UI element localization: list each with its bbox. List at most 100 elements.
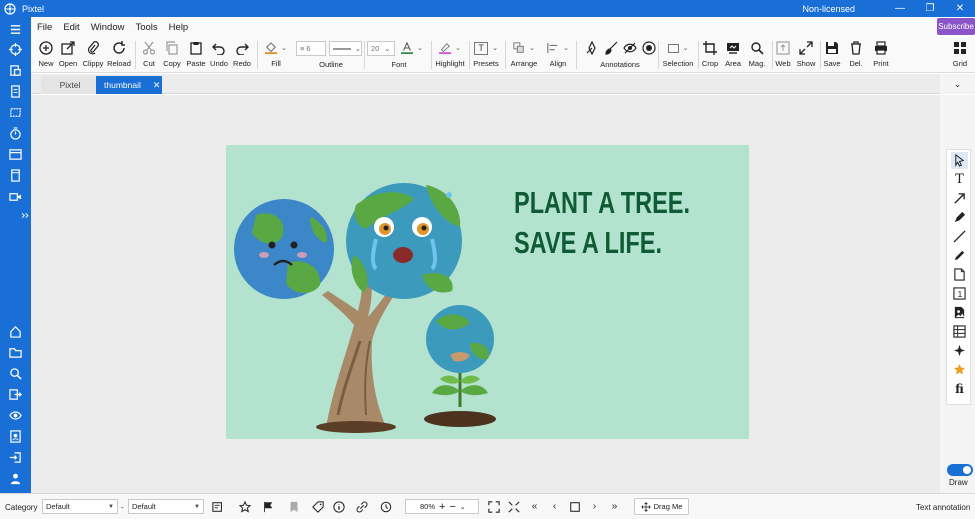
menu-window[interactable]: Window (91, 22, 125, 33)
open-button[interactable]: Open (58, 39, 78, 71)
zoom-in-icon[interactable]: + (439, 501, 445, 513)
expand-sidebar-icon[interactable] (20, 207, 30, 224)
arrow-tool-icon[interactable] (951, 190, 968, 207)
capture-crosshair-icon[interactable] (7, 41, 24, 58)
select-pointer-icon[interactable] (951, 152, 968, 169)
hamburger-menu-icon[interactable] (7, 21, 24, 38)
clipboard-capture-icon[interactable] (7, 62, 24, 79)
info-icon[interactable] (331, 499, 346, 514)
drag-me-button[interactable]: Drag Me (634, 498, 689, 515)
favorite-star-icon[interactable] (951, 361, 968, 378)
sparkle-ai-icon[interactable] (951, 342, 968, 359)
tag-icon[interactable] (310, 499, 325, 514)
region-capture-icon[interactable] (7, 104, 24, 121)
document-icon[interactable] (7, 83, 24, 100)
pen-tool-icon[interactable] (951, 209, 968, 226)
zoom-control[interactable]: 80% + − ⌄ (405, 499, 479, 514)
copy-button[interactable]: Copy (162, 39, 182, 71)
search-icon[interactable] (7, 365, 24, 382)
last-page-icon[interactable]: » (607, 499, 622, 514)
share-eye-icon[interactable] (7, 407, 24, 424)
show-button[interactable]: Show (795, 39, 817, 71)
new-button[interactable]: New (36, 39, 56, 71)
zoom-out-icon[interactable]: − (449, 501, 455, 513)
cut-button[interactable]: Cut (139, 39, 159, 71)
web-button[interactable]: Web (773, 39, 793, 71)
chevron-down-icon: ▼ (194, 503, 200, 510)
fill-control[interactable]: ⌄ Fill (261, 39, 291, 71)
subscribe-button[interactable]: Subscribe (937, 18, 975, 35)
draw-toggle[interactable] (947, 464, 973, 476)
reload-button[interactable]: Reload (107, 39, 131, 71)
user-account-icon[interactable] (7, 470, 24, 487)
scroll-capture-icon[interactable] (7, 167, 24, 184)
star-outline-icon[interactable] (237, 499, 252, 514)
minimize-button[interactable]: — (885, 0, 915, 17)
folder-icon[interactable] (7, 344, 24, 361)
window-capture-icon[interactable] (7, 146, 24, 163)
menu-file[interactable]: File (37, 22, 52, 33)
tab-list-dropdown[interactable]: ⌄ (940, 74, 975, 94)
profile-card-icon[interactable] (7, 428, 24, 445)
first-page-icon[interactable]: « (527, 499, 542, 514)
bookmark-icon[interactable] (286, 499, 301, 514)
canvas-area[interactable]: PLANT A TREE. SAVE A LIFE. (31, 95, 940, 493)
category-select[interactable]: Default ▼ (42, 499, 118, 514)
close-tab-icon[interactable]: ✕ (153, 80, 161, 91)
previous-page-icon[interactable]: ‹ (547, 499, 562, 514)
line-tool-icon[interactable] (951, 228, 968, 245)
selection-control[interactable]: ⌄ Selection (660, 39, 696, 71)
page-view-icon[interactable] (567, 499, 582, 514)
next-page-icon[interactable]: › (587, 499, 602, 514)
highlight-control[interactable]: ⌄ Highlight (433, 39, 467, 71)
reload-icon (112, 39, 126, 57)
clippy-button[interactable]: Clippy (81, 39, 105, 71)
flag-icon[interactable] (260, 499, 275, 514)
redo-button[interactable]: Redo (232, 39, 252, 71)
arrange-control[interactable]: ⌄ Arrange (507, 39, 541, 71)
ligature-fi-icon[interactable]: fi (951, 380, 968, 397)
tab-thumbnail[interactable]: thumbnail ✕ (96, 76, 162, 94)
menu-help[interactable]: Help (169, 22, 189, 33)
export-icon[interactable] (7, 386, 24, 403)
crop-button[interactable]: Crop (700, 39, 720, 71)
table-tool-icon[interactable] (951, 323, 968, 340)
edit-form-icon[interactable] (210, 499, 225, 514)
maximize-button[interactable]: ❐ (915, 0, 945, 17)
presets-control[interactable]: T ⌄ Presets (471, 39, 501, 71)
tab-pixtel[interactable]: Pixtel (41, 76, 99, 94)
marker-tool-icon[interactable] (951, 247, 968, 264)
grid-button[interactable]: Grid (949, 39, 971, 71)
menu-tools[interactable]: Tools (135, 22, 157, 33)
magnifier-button[interactable]: Mag. (745, 39, 769, 71)
history-icon[interactable] (378, 499, 393, 514)
menu-edit[interactable]: Edit (63, 22, 79, 33)
style-select[interactable]: Default ▼ (128, 499, 204, 514)
step-number-icon[interactable]: 1 (951, 285, 968, 302)
undo-button[interactable]: Undo (209, 39, 229, 71)
print-button[interactable]: Print (870, 39, 892, 71)
font-size-select[interactable]: 20 ⌄ (367, 41, 395, 56)
outline-width-select[interactable]: ≡ 6 (296, 41, 326, 56)
text-tool-icon[interactable]: T (951, 171, 968, 188)
paste-button[interactable]: Paste (185, 39, 207, 71)
video-record-icon[interactable] (7, 188, 24, 205)
home-icon[interactable] (7, 323, 24, 340)
zoom-dropdown-icon[interactable]: ⌄ (460, 503, 466, 511)
image-artboard[interactable]: PLANT A TREE. SAVE A LIFE. (226, 145, 749, 439)
actual-size-icon[interactable] (506, 499, 521, 514)
image-stamp-icon[interactable] (951, 304, 968, 321)
align-control[interactable]: ⌄ Align (543, 39, 573, 71)
fit-to-window-icon[interactable] (486, 499, 501, 514)
link-add-icon[interactable] (354, 499, 369, 514)
delete-button[interactable]: Del. (846, 39, 866, 71)
timer-capture-icon[interactable] (7, 125, 24, 142)
save-button[interactable]: Save (822, 39, 842, 71)
sign-in-icon[interactable] (7, 449, 24, 466)
close-button[interactable]: ✕ (945, 0, 975, 17)
note-tool-icon[interactable] (951, 266, 968, 283)
outline-style-select[interactable]: ⌄ (329, 41, 362, 56)
app-title: Pixtel (22, 3, 45, 14)
toolbar-divider (658, 41, 659, 69)
area-button[interactable]: Area (722, 39, 744, 71)
